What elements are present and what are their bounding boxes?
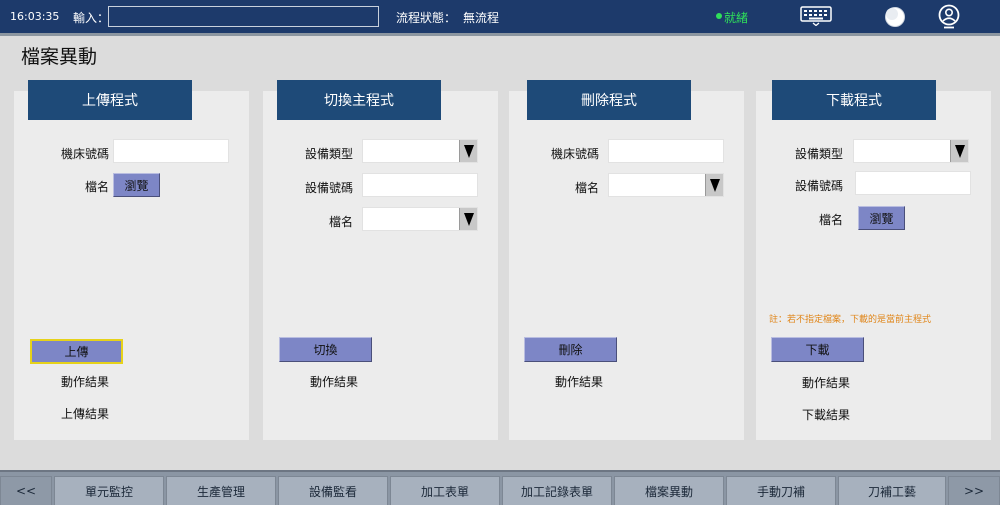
action-result-label: 動作結果	[61, 375, 110, 389]
keyboard-icon[interactable]	[800, 6, 832, 26]
upload-panel-title: 上傳程式	[28, 80, 192, 120]
filename-select[interactable]	[608, 173, 724, 197]
nav-item-process-log[interactable]: 加工記錄表單	[502, 476, 612, 505]
user-account-icon[interactable]	[938, 4, 960, 30]
page-title: 檔案異動	[21, 46, 98, 68]
device-number-input[interactable]	[362, 173, 478, 197]
machine-number-label: 機床號碼	[550, 147, 599, 161]
download-panel-title: 下載程式	[772, 80, 936, 120]
nav-next-button[interactable]: >>	[948, 476, 1000, 505]
device-type-label: 設備類型	[304, 147, 353, 161]
nav-item-file-change[interactable]: 檔案異動	[614, 476, 724, 505]
download-result-label: 下載結果	[802, 408, 851, 422]
topbar-divider	[0, 33, 1000, 36]
action-result-label: 動作結果	[802, 376, 851, 390]
delete-program-panel: 刪除程式 機床號碼 檔名 刪除 動作結果	[509, 80, 744, 440]
upload-program-panel: 上傳程式 機床號碼 檔名 瀏覽 上傳 動作結果 上傳結果	[14, 80, 249, 440]
download-button[interactable]: 下載	[771, 337, 864, 362]
switch-button[interactable]: 切換	[279, 337, 372, 362]
filename-label: 檔名	[328, 215, 353, 229]
nav-item-unit-monitor[interactable]: 單元監控	[54, 476, 164, 505]
filename-select[interactable]	[362, 207, 478, 231]
chevron-down-icon	[459, 140, 477, 162]
filename-label: 檔名	[84, 180, 109, 194]
nav-prev-button[interactable]: <<	[0, 476, 52, 505]
clock: 16:03:35	[10, 10, 60, 23]
device-number-label: 設備號碼	[304, 181, 353, 195]
machine-number-input[interactable]	[608, 139, 724, 163]
flow-status-value: 無流程	[463, 11, 500, 25]
delete-button[interactable]: 刪除	[524, 337, 617, 362]
device-type-select[interactable]	[362, 139, 478, 163]
nav-item-device-view[interactable]: 設備監看	[278, 476, 388, 505]
upload-button[interactable]: 上傳	[30, 339, 123, 364]
machine-number-input[interactable]	[113, 139, 229, 163]
flow-status-label: 流程狀態：	[396, 11, 457, 25]
filename-label: 檔名	[574, 181, 599, 195]
top-bar: 16:03:35 輸入： 流程狀態： 無流程 就緒	[0, 0, 1000, 33]
chevron-down-icon	[459, 208, 477, 230]
nav-item-process-form[interactable]: 加工表單	[390, 476, 500, 505]
device-type-select[interactable]	[853, 139, 969, 163]
filename-label: 檔名	[818, 213, 843, 227]
delete-panel-title: 刪除程式	[527, 80, 691, 120]
status-dot-icon	[716, 13, 722, 19]
bottom-nav-bar: << 單元監控 生產管理 設備監看 加工表單 加工記錄表單 檔案異動 手動刀補 …	[0, 470, 1000, 505]
input-label: 輸入：	[73, 11, 110, 25]
browse-button[interactable]: 瀏覽	[113, 173, 160, 197]
theme-toggle-icon[interactable]	[884, 6, 906, 28]
chevron-down-icon	[950, 140, 968, 162]
device-number-input[interactable]	[855, 171, 971, 195]
switch-panel-title: 切換主程式	[277, 80, 441, 120]
download-program-panel: 下載程式 設備類型 設備號碼 檔名 瀏覽 註：若不指定檔案，下載的是當前主程式 …	[756, 80, 991, 440]
nav-item-tool-comp-process[interactable]: 刀補工藝	[838, 476, 946, 505]
upload-result-label: 上傳結果	[61, 407, 110, 421]
device-type-label: 設備類型	[794, 147, 843, 161]
switch-main-program-panel: 切換主程式 設備類型 設備號碼 檔名 切換 動作結果	[263, 80, 498, 440]
action-result-label: 動作結果	[555, 375, 604, 389]
nav-item-production[interactable]: 生產管理	[166, 476, 276, 505]
browse-button[interactable]: 瀏覽	[858, 206, 905, 230]
command-input[interactable]	[108, 6, 379, 27]
nav-item-manual-tool-comp[interactable]: 手動刀補	[726, 476, 836, 505]
machine-number-label: 機床號碼	[60, 147, 109, 161]
status-text: 就緒	[724, 11, 749, 25]
chevron-down-icon	[705, 174, 723, 196]
download-note: 註：若不指定檔案，下載的是當前主程式	[769, 315, 932, 325]
action-result-label: 動作結果	[310, 375, 359, 389]
device-number-label: 設備號碼	[794, 179, 843, 193]
